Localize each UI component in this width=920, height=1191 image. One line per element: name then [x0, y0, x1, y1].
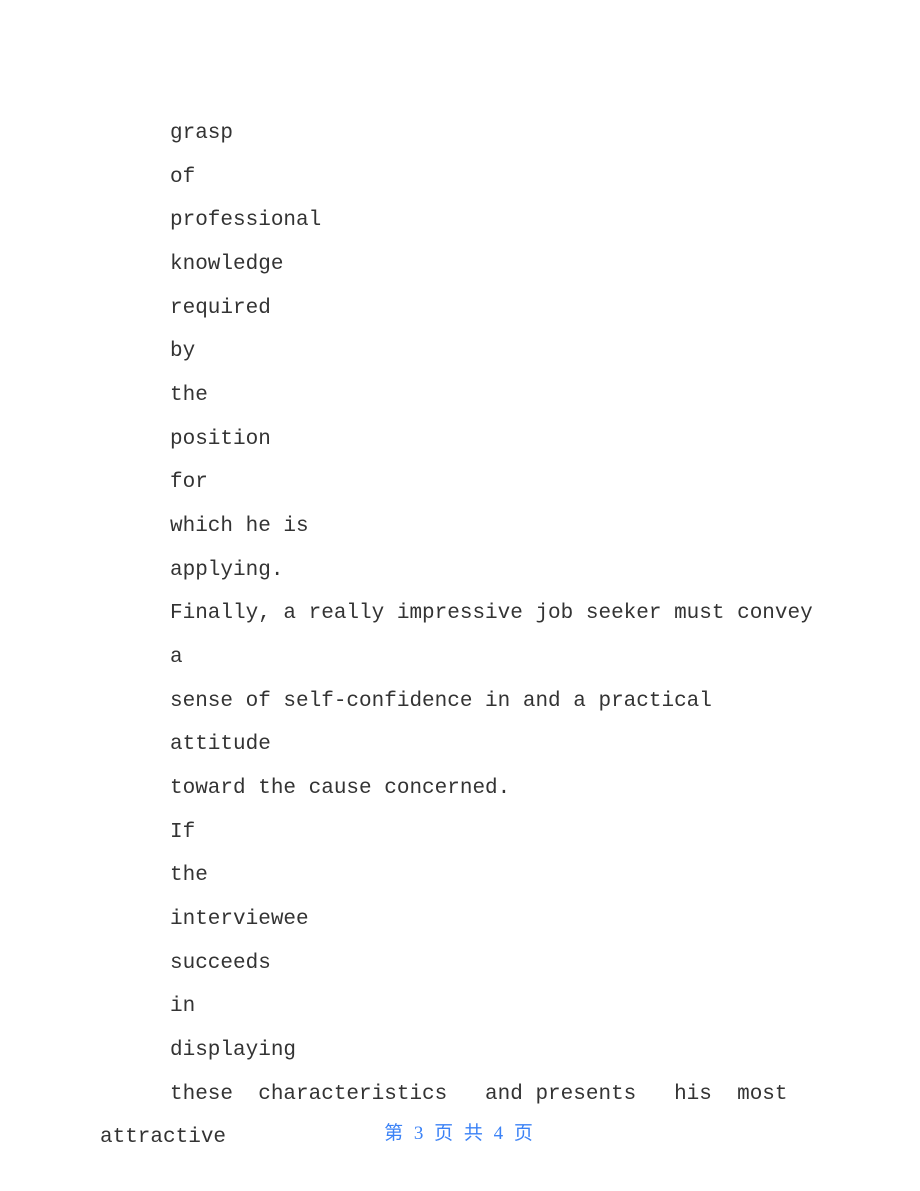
body-line: toward the cause concerned.	[100, 767, 820, 811]
body-line: these characteristics and presents his m…	[100, 1073, 820, 1117]
body-line: sense of self-confidence in and a practi…	[100, 680, 820, 767]
document-page: grasp of professional knowledge required…	[0, 0, 920, 1160]
page-footer: 第 3 页 共 4 页	[0, 1118, 920, 1145]
body-line: applying.	[100, 549, 820, 593]
body-line: of	[100, 156, 820, 200]
body-line: Finally, a really impressive job seeker …	[100, 592, 820, 679]
body-line: the	[100, 374, 820, 418]
body-line: by	[100, 330, 820, 374]
body-line: required	[100, 287, 820, 331]
body-line: for	[100, 461, 820, 505]
body-line: position	[100, 418, 820, 462]
body-line: which he is	[100, 505, 820, 549]
body-line: in	[100, 985, 820, 1029]
body-line: knowledge	[100, 243, 820, 287]
body-line: If	[100, 811, 820, 855]
body-line: the	[100, 854, 820, 898]
body-line: grasp	[100, 112, 820, 156]
body-line: succeeds	[100, 942, 820, 986]
body-line: displaying	[100, 1029, 820, 1073]
body-line: professional	[100, 199, 820, 243]
body-line: interviewee	[100, 898, 820, 942]
